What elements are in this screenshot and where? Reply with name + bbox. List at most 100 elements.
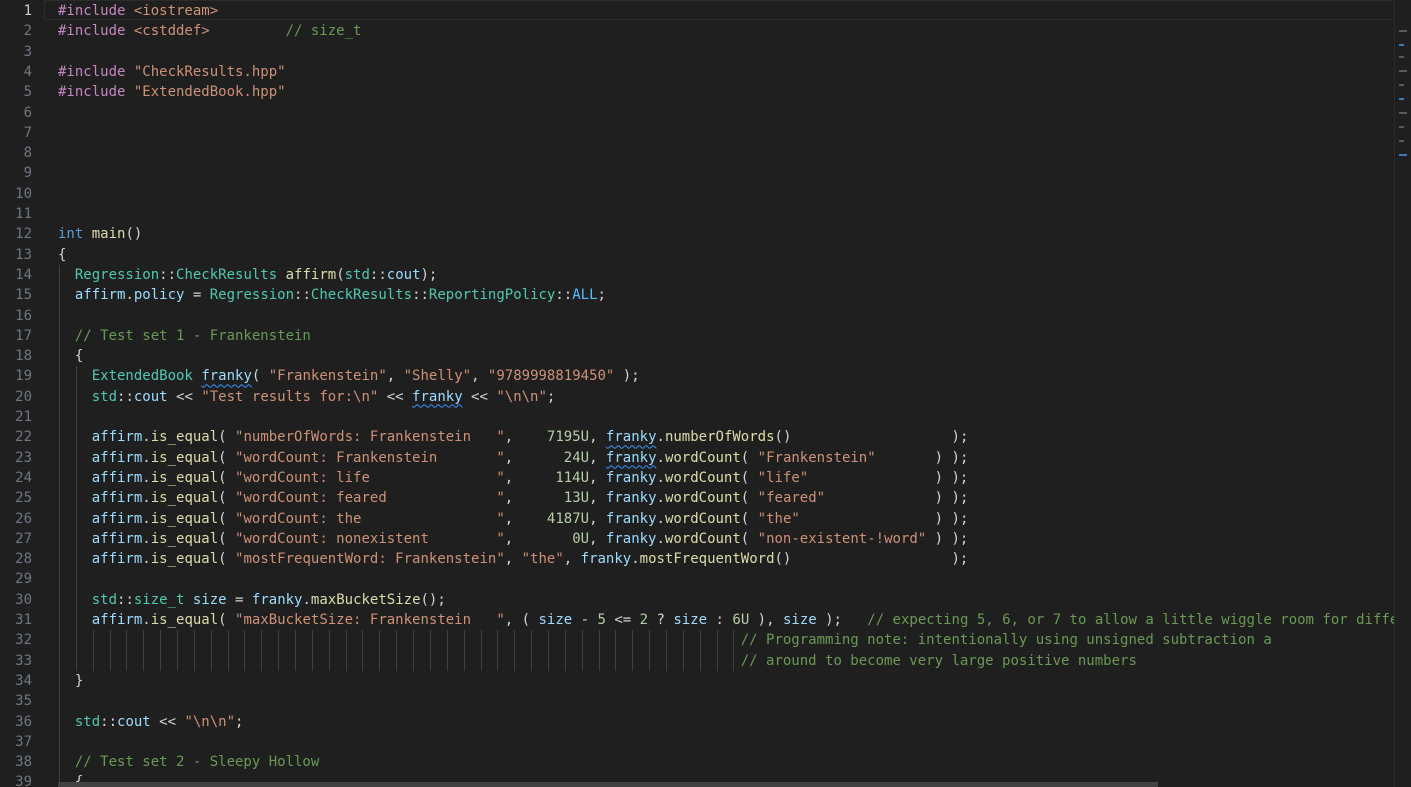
code-token: ALL <box>572 287 598 304</box>
line-number[interactable]: 13 <box>0 245 32 265</box>
line-number[interactable]: 12 <box>0 224 32 244</box>
code-token: // Programming note: intentionally using… <box>740 632 1272 649</box>
code-line[interactable]: affirm.is_equal( "wordCount: nonexistent… <box>58 529 969 549</box>
minimap-line <box>1399 56 1404 58</box>
line-number[interactable]: 36 <box>0 712 32 732</box>
code-line[interactable]: affirm.is_equal( "wordCount: Frankenstei… <box>58 448 969 468</box>
code-token: :: <box>294 287 311 304</box>
line-number[interactable]: 33 <box>0 651 32 671</box>
line-number[interactable]: 32 <box>0 630 32 650</box>
code-line[interactable]: affirm.is_equal( "mostFrequentWord: Fran… <box>58 549 969 569</box>
code-token: cout <box>133 388 168 405</box>
code-line[interactable]: // Test set 1 - Frankenstein <box>58 326 311 346</box>
line-number[interactable]: 21 <box>0 407 32 427</box>
line-number[interactable]: 19 <box>0 366 32 386</box>
code-token: , <box>504 469 556 486</box>
line-number[interactable]: 22 <box>0 427 32 447</box>
line-number[interactable]: 16 <box>0 306 32 326</box>
code-token: // size_t <box>285 23 362 40</box>
line-number[interactable]: 9 <box>0 163 32 183</box>
code-token: franky <box>251 591 303 608</box>
line-number[interactable]: 38 <box>0 752 32 772</box>
code-line[interactable]: #include <iostream> <box>58 1 218 21</box>
line-number[interactable]: 7 <box>0 123 32 143</box>
line-number[interactable]: 18 <box>0 346 32 366</box>
code-token: int <box>58 226 84 243</box>
line-number[interactable]: 25 <box>0 488 32 508</box>
line-number[interactable]: 28 <box>0 549 32 569</box>
code-line[interactable]: // Test set 2 - Sleepy Hollow <box>58 752 319 772</box>
line-number[interactable]: 10 <box>0 184 32 204</box>
minimap-line <box>1399 154 1407 156</box>
line-number[interactable]: 37 <box>0 732 32 752</box>
code-token: . <box>142 530 151 547</box>
code-token: ); <box>420 266 438 283</box>
line-number-gutter[interactable]: 1 2 3 4 5 6 7 8 9 10 11 12 13 14 15 16 17 18 19 20 21 22 23 24 2… <box>0 0 44 787</box>
line-number[interactable]: 1 <box>0 1 32 21</box>
code-token: , <box>386 368 404 385</box>
code-line[interactable]: ExtendedBook franky( "Frankenstein", "Sh… <box>58 366 640 386</box>
line-number[interactable]: 29 <box>0 569 32 589</box>
code-area[interactable]: #include <iostream> #include <cstddef> //… <box>58 0 1399 787</box>
code-line[interactable]: // Programming note: intentionally using… <box>58 630 1272 650</box>
code-token: "9789998819450" <box>487 368 615 385</box>
code-token: franky <box>605 490 657 507</box>
code-line[interactable]: } <box>58 671 83 691</box>
code-token: () <box>125 226 143 243</box>
code-line[interactable]: std::cout << "\n\n"; <box>58 712 244 732</box>
code-line[interactable]: affirm.is_equal( "numberOfWords: Franken… <box>58 427 969 447</box>
line-number[interactable]: 4 <box>0 62 32 82</box>
code-token: "feared" <box>757 490 826 507</box>
line-number[interactable]: 27 <box>0 529 32 549</box>
code-line[interactable]: #include <cstddef> // size_t <box>58 21 361 41</box>
code-line[interactable]: int main() <box>58 224 142 244</box>
line-number[interactable]: 31 <box>0 610 32 630</box>
code-token: is_equal <box>150 530 219 547</box>
line-number[interactable]: 35 <box>0 691 32 711</box>
line-number[interactable]: 39 <box>0 772 32 787</box>
minimap-line <box>1399 70 1407 72</box>
code-token: size_t <box>133 591 185 608</box>
horizontal-scrollbar[interactable] <box>58 782 1158 787</box>
line-number[interactable]: 15 <box>0 285 32 305</box>
code-line[interactable]: affirm.is_equal( "wordCount: feared ", 1… <box>58 488 969 508</box>
line-number[interactable]: 30 <box>0 590 32 610</box>
line-number[interactable]: 14 <box>0 265 32 285</box>
code-line[interactable]: // around to become very large positive … <box>58 651 1137 671</box>
code-line[interactable]: Regression::CheckResults affirm(std::cou… <box>58 265 438 285</box>
code-token: "the" <box>521 551 564 568</box>
code-token: } <box>58 672 84 689</box>
code-editor[interactable]: 1 2 3 4 5 6 7 8 9 10 11 12 13 14 15 16 17 18 19 20 21 22 23 24 2… <box>0 0 1411 787</box>
code-line[interactable]: std::size_t size = franky.maxBucketSize(… <box>58 590 446 610</box>
code-line[interactable]: { <box>58 245 66 265</box>
code-line[interactable]: { <box>58 346 83 366</box>
line-number[interactable]: 11 <box>0 204 32 224</box>
line-number[interactable]: 6 <box>0 103 32 123</box>
line-number[interactable]: 2 <box>0 21 32 41</box>
code-token: size <box>192 591 227 608</box>
line-number[interactable]: 5 <box>0 82 32 102</box>
line-number[interactable]: 24 <box>0 468 32 488</box>
code-line[interactable]: affirm.is_equal( "wordCount: life ", 114… <box>58 468 969 488</box>
code-token: ( <box>218 551 236 568</box>
line-number[interactable]: 23 <box>0 448 32 468</box>
line-number[interactable]: 26 <box>0 509 32 529</box>
line-number[interactable]: 17 <box>0 326 32 346</box>
code-line[interactable]: affirm.policy = Regression::CheckResults… <box>58 285 606 305</box>
code-token: // Test set 1 - Frankenstein <box>74 327 311 344</box>
code-line[interactable]: #include "CheckResults.hpp" <box>58 62 286 82</box>
code-line[interactable]: std::cout << "Test results for:\n" << fr… <box>58 387 556 407</box>
code-line[interactable]: #include "ExtendedBook.hpp" <box>58 82 286 102</box>
code-line[interactable]: affirm.is_equal( "wordCount: the ", 4187… <box>58 509 969 529</box>
code-token: . <box>656 530 665 547</box>
code-line[interactable]: affirm.is_equal( "maxBucketSize: Franken… <box>58 610 1399 630</box>
code-token: ); <box>614 368 640 385</box>
line-number[interactable]: 34 <box>0 671 32 691</box>
line-number[interactable]: 3 <box>0 42 32 62</box>
code-token: policy <box>133 287 185 304</box>
line-number[interactable]: 20 <box>0 387 32 407</box>
minimap[interactable] <box>1394 0 1411 787</box>
code-token: affirm <box>91 449 143 466</box>
line-number[interactable]: 8 <box>0 143 32 163</box>
